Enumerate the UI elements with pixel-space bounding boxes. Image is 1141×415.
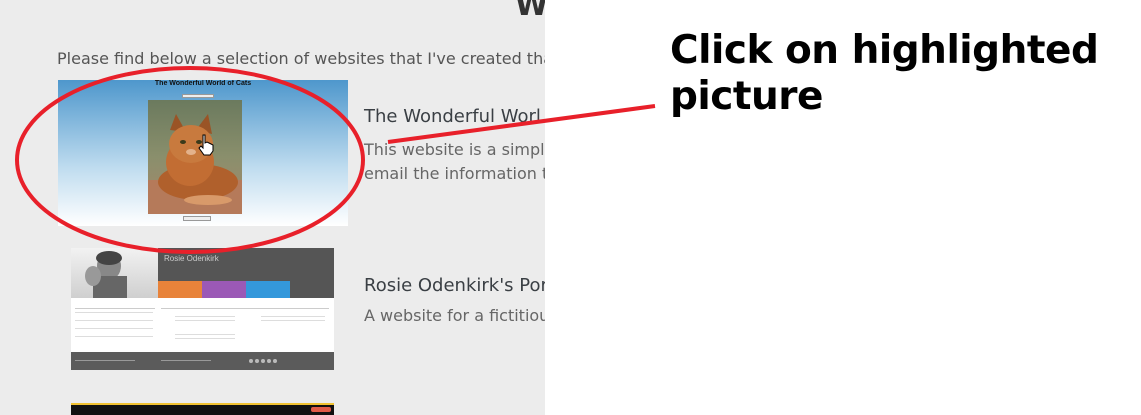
cats-website-thumbnail[interactable]: The Wonderful World of Cats [58, 80, 348, 226]
portfolio-page: W Please find below a selection of websi… [0, 0, 545, 415]
rosie-photo [71, 248, 158, 298]
rosie-tab-1 [158, 281, 202, 298]
rosie-website-thumbnail[interactable]: Rosie Odenkirk [71, 248, 334, 370]
third-thumbnail-button [311, 407, 331, 412]
rosie-tab-4 [290, 281, 334, 298]
rosie-footer [71, 352, 334, 370]
rosie-row-3 [75, 328, 153, 329]
rosie-row-4 [75, 336, 153, 337]
cat-photo [148, 100, 242, 214]
cats-thumbnail-button-bottom [183, 216, 211, 221]
rosie-tab-2 [202, 281, 246, 298]
cats-thumbnail-button [182, 94, 214, 98]
rosie-row-1 [75, 312, 153, 313]
project-desc-cats-line1: This website is a simple w [364, 140, 545, 159]
annotation-callout: Click on highlighted picture [670, 28, 1130, 120]
third-website-thumbnail[interactable] [71, 403, 334, 415]
rosie-text-4 [175, 338, 235, 339]
intro-text: Please find below a selection of website… [57, 49, 545, 68]
rosie-text-3 [175, 334, 235, 335]
rosie-divider-1 [75, 308, 155, 309]
annotation-line-1: Click on highlighted [670, 28, 1099, 73]
rosie-tab-3 [246, 281, 290, 298]
project-title-rosie[interactable]: Rosie Odenkirk's Por [364, 275, 545, 296]
project-desc-cats-line2: email the information to t [364, 164, 545, 183]
project-desc-rosie-line1: A website for a fictitious W [364, 306, 545, 325]
annotation-line-2: picture [670, 74, 824, 119]
rosie-divider-2 [161, 308, 329, 309]
rosie-text-6 [261, 320, 325, 321]
rosie-header: Rosie Odenkirk [158, 248, 334, 281]
rosie-text-5 [261, 316, 325, 317]
page-heading: W [515, 0, 545, 23]
rosie-text-2 [175, 320, 235, 321]
hand-cursor-icon [198, 134, 214, 156]
project-title-cats[interactable]: The Wonderful Worl [364, 106, 541, 127]
rosie-row-2 [75, 320, 153, 321]
rosie-text-1 [175, 316, 235, 317]
rosie-thumbnail-name: Rosie Odenkirk [164, 254, 219, 263]
cats-thumbnail-title: The Wonderful World of Cats [154, 80, 252, 87]
